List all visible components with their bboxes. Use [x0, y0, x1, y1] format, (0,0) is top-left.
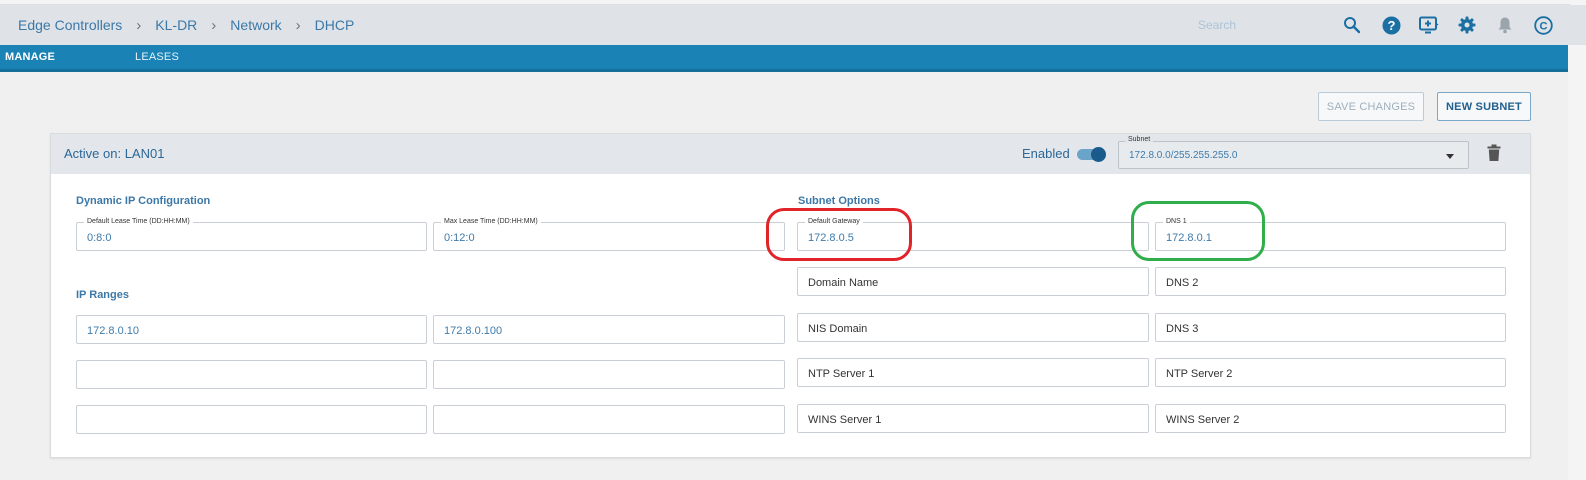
- ip-range-end-field[interactable]: [433, 405, 785, 434]
- app-header: Edge Controllers › KL-DR › Network › DHC…: [0, 5, 1586, 45]
- wins-server-2-field[interactable]: [1155, 404, 1506, 433]
- subnet-select[interactable]: Subnet 172.8.0.0/255.255.255.0: [1118, 136, 1469, 169]
- ip-range-end-field[interactable]: [433, 360, 785, 389]
- account-initial: C: [1539, 20, 1547, 32]
- dns2-input[interactable]: [1156, 268, 1505, 295]
- breadcrumb-edge-controllers[interactable]: Edge Controllers: [18, 17, 122, 33]
- ip-ranges-title: IP Ranges: [76, 289, 129, 301]
- breadcrumb-network[interactable]: Network: [230, 17, 281, 33]
- tab-bar: MANAGE LEASES: [0, 45, 1568, 72]
- wins-server-1-input[interactable]: [798, 405, 1148, 432]
- ntp-server-2-input[interactable]: [1156, 359, 1505, 386]
- ntp-server-1-field[interactable]: [797, 358, 1149, 387]
- search-input[interactable]: [1198, 15, 1328, 35]
- save-changes-button[interactable]: SAVE CHANGES: [1318, 92, 1424, 121]
- dns1-field[interactable]: DNS 1: [1155, 218, 1506, 251]
- ntp-server-2-field[interactable]: [1155, 358, 1506, 387]
- tab-manage[interactable]: MANAGE: [5, 45, 55, 69]
- subnet-select-label: Subnet: [1125, 136, 1154, 143]
- dns1-input[interactable]: [1156, 223, 1505, 250]
- gear-icon[interactable]: [1456, 14, 1478, 36]
- trash-icon[interactable]: [1486, 144, 1502, 162]
- breadcrumb-dhcp: DHCP: [314, 17, 355, 33]
- max-lease-field[interactable]: Max Lease Time (DD:HH:MM): [433, 218, 785, 251]
- subnet-select-value: 172.8.0.0/255.255.255.0: [1129, 150, 1238, 161]
- nis-domain-input[interactable]: [798, 314, 1148, 341]
- ip-range-start-field[interactable]: [76, 360, 427, 389]
- tab-leases[interactable]: LEASES: [135, 45, 179, 69]
- search-icon[interactable]: [1341, 14, 1363, 36]
- ip-range-start-input[interactable]: [77, 316, 426, 343]
- help-icon[interactable]: ?: [1380, 14, 1402, 36]
- default-gateway-field[interactable]: Default Gateway: [797, 218, 1149, 251]
- max-lease-input[interactable]: [434, 223, 784, 250]
- scrollbar-gutter: [1568, 45, 1586, 480]
- ntp-server-1-input[interactable]: [798, 359, 1148, 386]
- dns3-input[interactable]: [1156, 314, 1505, 341]
- ip-range-start-input[interactable]: [77, 361, 426, 388]
- enabled-label: Enabled: [1022, 146, 1070, 161]
- dns3-field[interactable]: [1155, 313, 1506, 342]
- enabled-toggle[interactable]: [1077, 147, 1106, 162]
- bell-icon[interactable]: [1494, 14, 1516, 36]
- dns2-field[interactable]: [1155, 267, 1506, 296]
- ip-range-end-input[interactable]: [434, 361, 784, 388]
- default-lease-field[interactable]: Default Lease Time (DD:HH:MM): [76, 218, 427, 251]
- dynamic-ip-title: Dynamic IP Configuration: [76, 195, 211, 207]
- domain-name-input[interactable]: [798, 268, 1148, 295]
- ip-range-start-field[interactable]: [76, 315, 427, 344]
- nis-domain-field[interactable]: [797, 313, 1149, 342]
- new-subnet-button[interactable]: NEW SUBNET: [1437, 92, 1531, 121]
- active-on-label: Active on: LAN01: [64, 146, 165, 161]
- ip-range-start-input[interactable]: [77, 406, 426, 433]
- subnet-options-title: Subnet Options: [798, 195, 880, 207]
- caret-down-icon: [1446, 154, 1454, 159]
- chevron-right-icon: ›: [136, 16, 142, 34]
- ip-range-end-input[interactable]: [434, 316, 784, 343]
- breadcrumb-site[interactable]: KL-DR: [155, 17, 197, 33]
- account-icon[interactable]: C: [1532, 14, 1554, 36]
- dhcp-subnet-card: Active on: LAN01 Enabled Subnet 172.8.0.…: [50, 133, 1531, 458]
- domain-name-field[interactable]: [797, 267, 1149, 296]
- wins-server-2-input[interactable]: [1156, 405, 1505, 432]
- chevron-right-icon: ›: [295, 16, 301, 34]
- screen-add-icon[interactable]: [1418, 14, 1440, 36]
- ip-range-end-input[interactable]: [434, 406, 784, 433]
- breadcrumb: Edge Controllers › KL-DR › Network › DHC…: [18, 5, 354, 45]
- ip-range-end-field[interactable]: [433, 315, 785, 344]
- wins-server-1-field[interactable]: [797, 404, 1149, 433]
- card-header: Active on: LAN01 Enabled Subnet 172.8.0.…: [51, 134, 1530, 174]
- ip-range-start-field[interactable]: [76, 405, 427, 434]
- svg-text:?: ?: [1387, 18, 1395, 33]
- chevron-right-icon: ›: [211, 16, 217, 34]
- default-lease-input[interactable]: [77, 223, 426, 250]
- default-gateway-input[interactable]: [798, 223, 1148, 250]
